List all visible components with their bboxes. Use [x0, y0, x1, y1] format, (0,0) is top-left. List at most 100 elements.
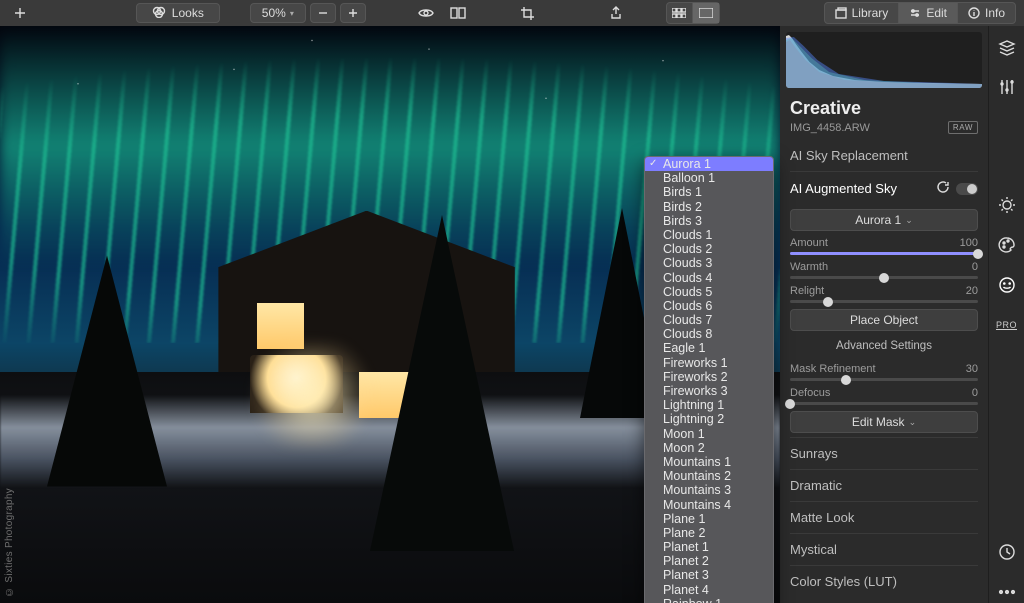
chevron-down-icon: ▾	[290, 9, 294, 18]
tab-library[interactable]: Library	[825, 3, 900, 23]
slider-mask-track[interactable]	[790, 378, 978, 381]
tab-edit[interactable]: Edit	[899, 3, 958, 23]
essentials-icon[interactable]	[996, 194, 1018, 216]
dropdown-item[interactable]: Birds 3	[645, 214, 773, 228]
dropdown-item[interactable]: Aurora 1	[645, 157, 773, 171]
slider-amount: Amount100	[790, 237, 978, 255]
dropdown-item[interactable]: Moon 2	[645, 441, 773, 455]
pro-label[interactable]: PRO	[996, 314, 1018, 336]
edit-panel: Creative IMG_4458.ARW RAW AI Sky Replace…	[780, 26, 988, 603]
section-mystical[interactable]: Mystical	[790, 533, 978, 565]
dropdown-item[interactable]: Clouds 3	[645, 256, 773, 270]
zoom-dropdown[interactable]: 50% ▾	[250, 3, 306, 23]
slider-defocus: Defocus0	[790, 387, 978, 405]
tab-library-label: Library	[852, 6, 889, 20]
dropdown-item[interactable]: Plane 1	[645, 512, 773, 526]
looks-button[interactable]: Looks	[136, 3, 220, 23]
dropdown-item[interactable]: Plane 2	[645, 526, 773, 540]
view-mode-toggle	[666, 2, 720, 24]
sky-object-selector-label: Aurora 1	[855, 213, 901, 227]
dropdown-item[interactable]: Fireworks 3	[645, 384, 773, 398]
mode-tabs: Library Edit Info	[824, 2, 1016, 24]
creative-icon[interactable]	[996, 274, 1018, 296]
dropdown-item[interactable]: Fireworks 2	[645, 370, 773, 384]
dropdown-item[interactable]: Lightning 2	[645, 412, 773, 426]
dropdown-item[interactable]: Birds 2	[645, 200, 773, 214]
dropdown-item[interactable]: Clouds 1	[645, 228, 773, 242]
section-ai-augmented-sky[interactable]: AI Augmented Sky	[790, 171, 978, 205]
dropdown-item[interactable]: Mountains 1	[645, 455, 773, 469]
dropdown-item[interactable]: Fireworks 1	[645, 356, 773, 370]
dropdown-item[interactable]: Clouds 7	[645, 313, 773, 327]
more-icon[interactable]	[996, 581, 1018, 603]
edit-mask-button[interactable]: Edit Mask ⌄	[790, 411, 978, 433]
slider-relight: Relight20	[790, 285, 978, 303]
dropdown-item[interactable]: Clouds 4	[645, 271, 773, 285]
slider-mask-refinement: Mask Refinement30	[790, 363, 978, 381]
dropdown-item[interactable]: Planet 3	[645, 568, 773, 582]
section-color-styles[interactable]: Color Styles (LUT)	[790, 565, 978, 597]
chevron-down-icon: ⌄	[909, 417, 917, 428]
zoom-label: 50%	[262, 6, 286, 20]
dropdown-item[interactable]: Rainbow 1	[645, 597, 773, 603]
add-button[interactable]	[8, 3, 32, 23]
edit-mask-label: Edit Mask	[852, 415, 905, 429]
raw-badge: RAW	[948, 121, 978, 134]
sky-object-dropdown[interactable]: Aurora 1Balloon 1Birds 1Birds 2Birds 3Cl…	[644, 156, 774, 603]
top-toolbar: Looks 50% ▾	[0, 0, 1024, 26]
tab-info-label: Info	[985, 6, 1005, 20]
sky-object-selector[interactable]: Aurora 1 ⌄	[790, 209, 978, 231]
dropdown-item[interactable]: Clouds 5	[645, 285, 773, 299]
looks-label: Looks	[172, 6, 204, 20]
tab-info[interactable]: Info	[958, 3, 1015, 23]
tab-edit-label: Edit	[926, 6, 947, 20]
palette-icon[interactable]	[996, 234, 1018, 256]
slider-relight-track[interactable]	[790, 300, 978, 303]
zoom-in-button[interactable]	[340, 3, 366, 23]
crop-button[interactable]	[514, 3, 540, 23]
section-dramatic[interactable]: Dramatic	[790, 469, 978, 501]
dropdown-item[interactable]: Clouds 8	[645, 327, 773, 341]
dropdown-item[interactable]: Eagle 1	[645, 341, 773, 355]
zoom-out-button[interactable]	[310, 3, 336, 23]
slider-amount-track[interactable]	[790, 252, 978, 255]
histogram[interactable]	[786, 32, 982, 88]
dropdown-item[interactable]: Moon 1	[645, 427, 773, 441]
filename: IMG_4458.ARW	[790, 122, 870, 134]
layers-icon[interactable]	[996, 36, 1018, 58]
dropdown-item[interactable]: Lightning 1	[645, 398, 773, 412]
dropdown-item[interactable]: Planet 1	[645, 540, 773, 554]
section-sunrays[interactable]: Sunrays	[790, 437, 978, 469]
history-icon[interactable]	[996, 541, 1018, 563]
preview-toggle-button[interactable]	[412, 3, 440, 23]
slider-warmth-track[interactable]	[790, 276, 978, 279]
dropdown-item[interactable]: Mountains 3	[645, 483, 773, 497]
reset-icon[interactable]	[936, 180, 950, 197]
watermark: © Sixties Photography	[4, 488, 15, 597]
chevron-down-icon: ⌄	[905, 215, 913, 226]
category-rail: PRO	[988, 26, 1024, 603]
slider-defocus-track[interactable]	[790, 402, 978, 405]
dropdown-item[interactable]: Mountains 4	[645, 498, 773, 512]
looks-icon	[152, 6, 166, 21]
advanced-settings-button[interactable]: Advanced Settings	[790, 335, 978, 357]
dropdown-item[interactable]: Planet 4	[645, 583, 773, 597]
dropdown-item[interactable]: Balloon 1	[645, 171, 773, 185]
dropdown-item[interactable]: Birds 1	[645, 185, 773, 199]
section-ai-sky-replacement[interactable]: AI Sky Replacement	[790, 140, 978, 171]
dropdown-item[interactable]: Mountains 2	[645, 469, 773, 483]
dropdown-item[interactable]: Clouds 2	[645, 242, 773, 256]
dropdown-item[interactable]: Clouds 6	[645, 299, 773, 313]
grid-view-button[interactable]	[667, 3, 693, 23]
dropdown-item[interactable]: Planet 2	[645, 554, 773, 568]
panel-title: Creative	[790, 98, 978, 119]
section-ai-augmented-sky-label: AI Augmented Sky	[790, 181, 897, 196]
histogram-icon[interactable]	[996, 76, 1018, 98]
section-enable-toggle[interactable]	[956, 183, 978, 195]
share-button[interactable]	[604, 3, 628, 23]
single-view-button[interactable]	[693, 3, 719, 23]
compare-button[interactable]	[444, 3, 472, 23]
slider-warmth: Warmth0	[790, 261, 978, 279]
section-matte-look[interactable]: Matte Look	[790, 501, 978, 533]
place-object-button[interactable]: Place Object	[790, 309, 978, 331]
